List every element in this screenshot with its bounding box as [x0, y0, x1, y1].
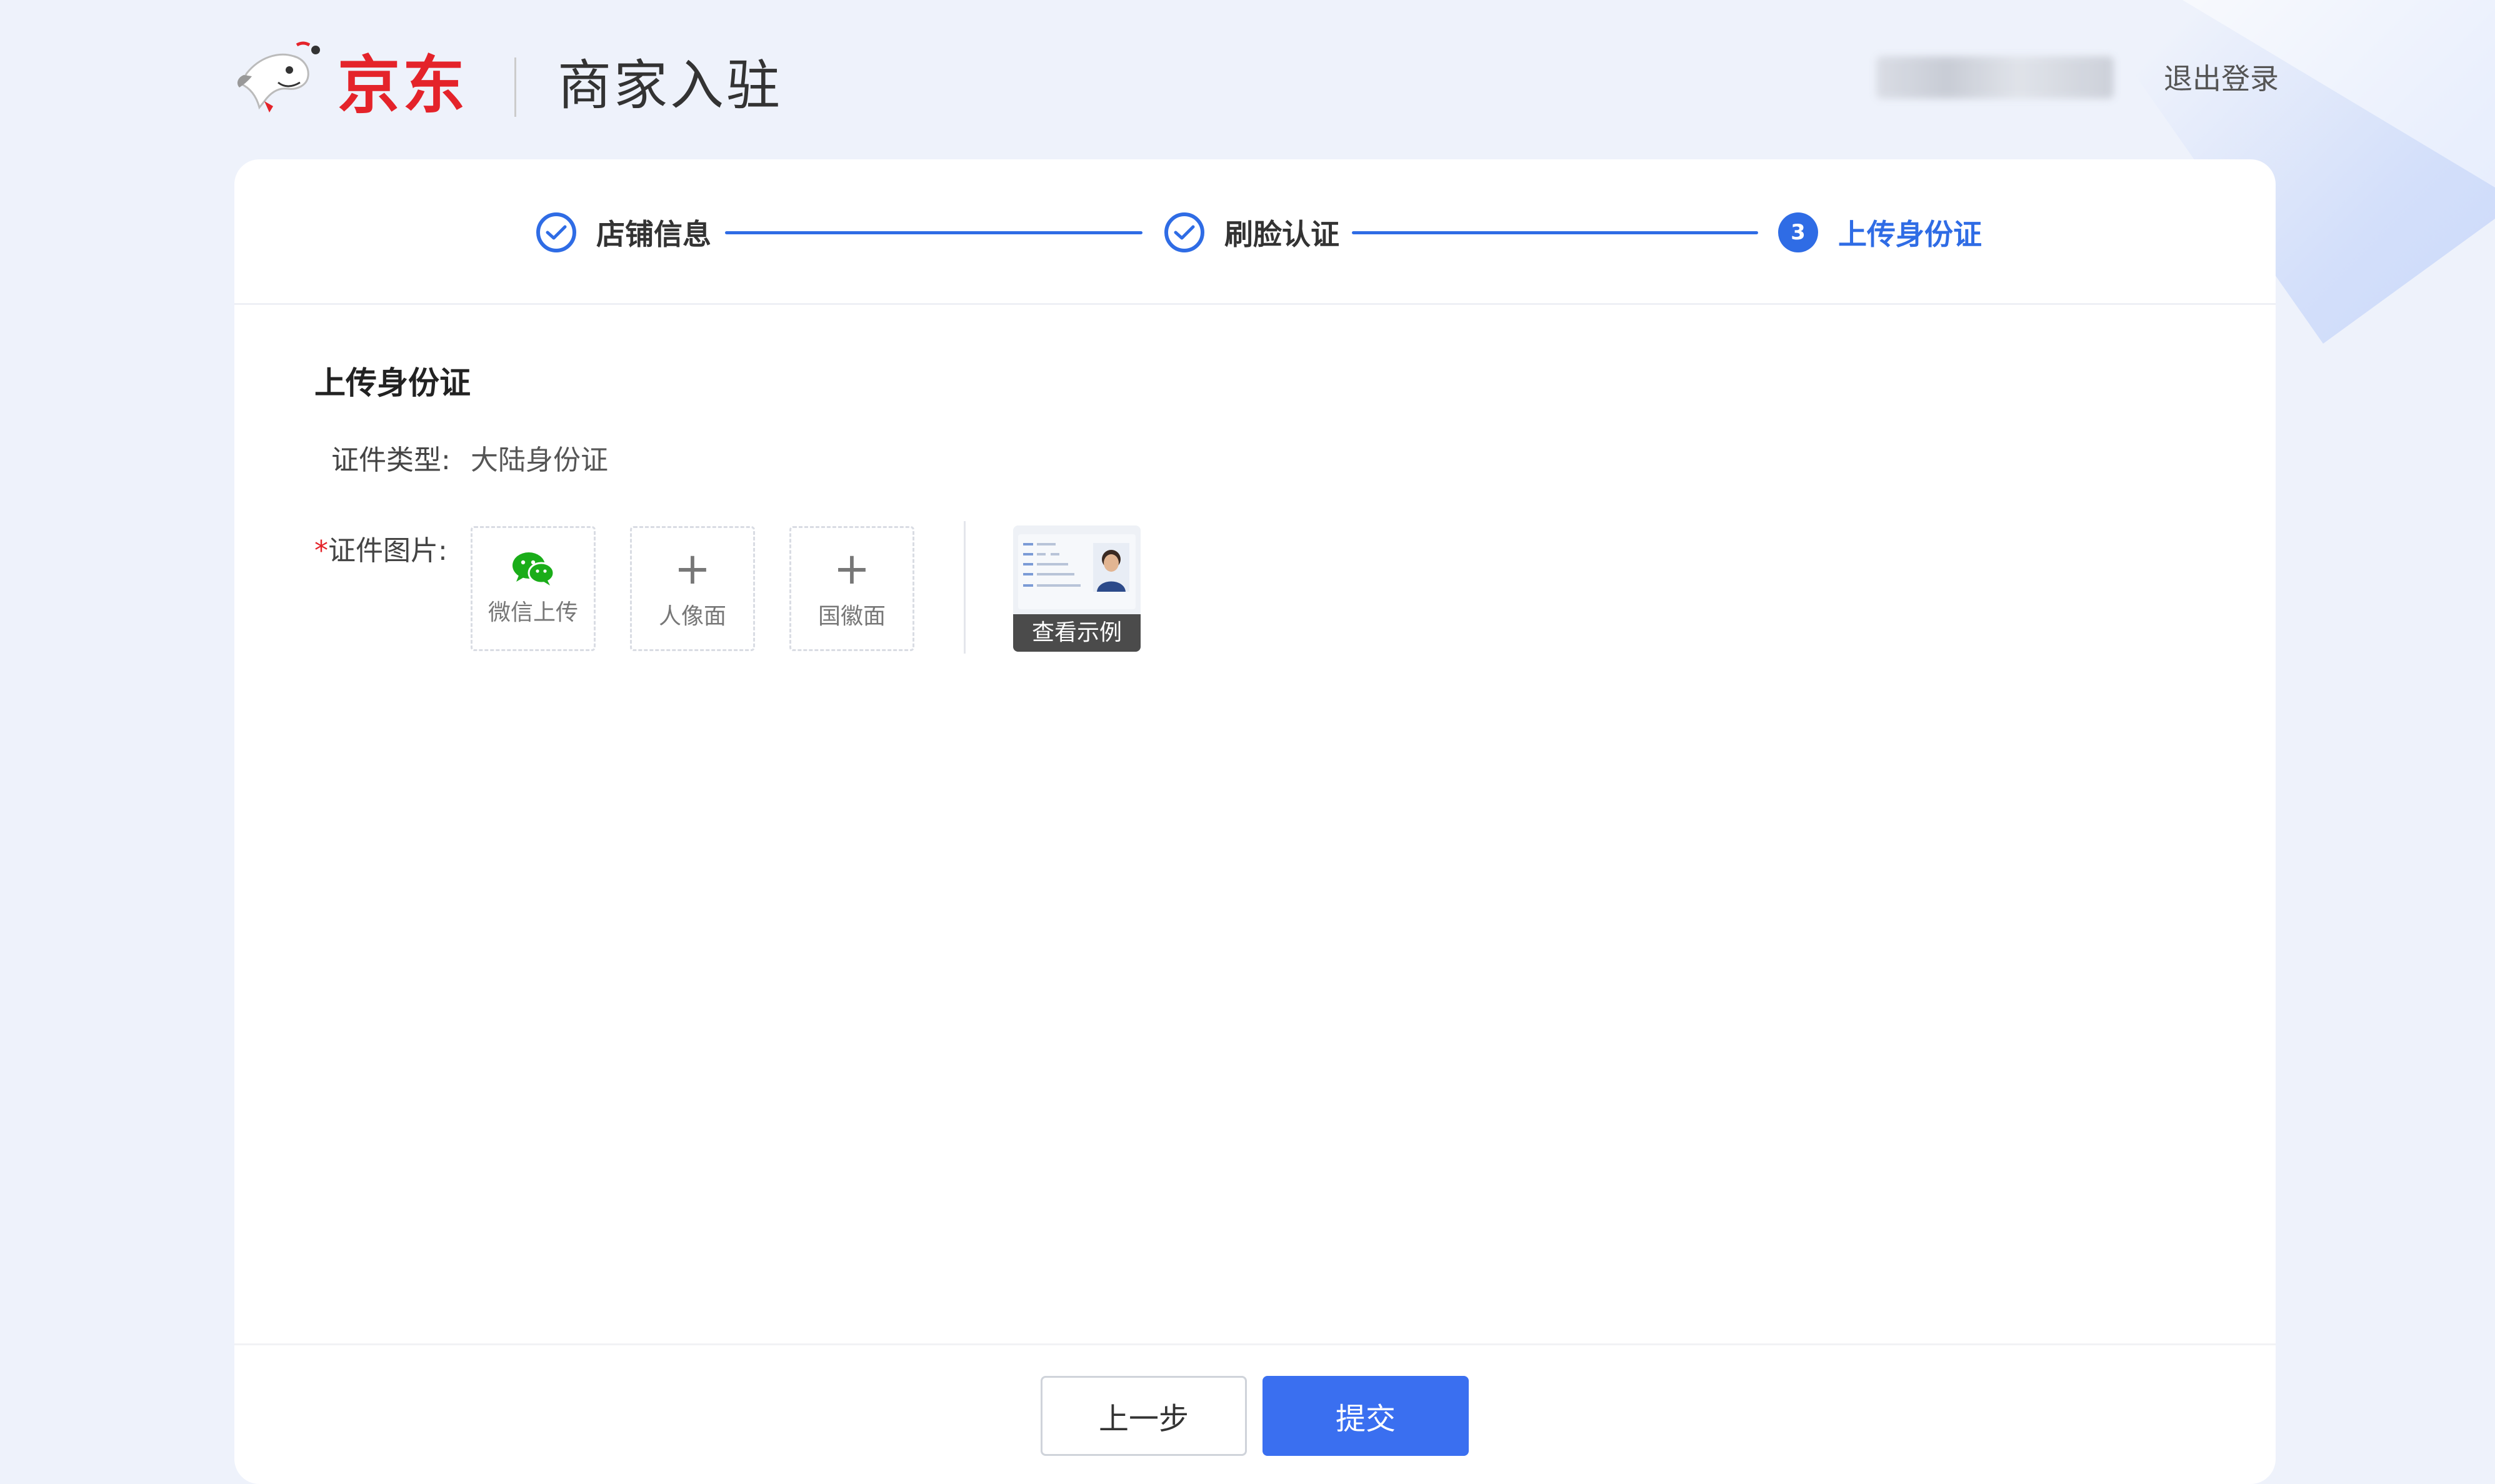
- emblem-side-upload[interactable]: + 国徽面: [789, 526, 914, 651]
- prev-step-button[interactable]: 上一步: [1041, 1376, 1247, 1456]
- step-face-verify: 刷脸认证: [1164, 211, 1339, 254]
- view-sample-label: 查看示例: [1013, 614, 1141, 652]
- logo-text: 京东: [338, 49, 468, 122]
- plus-icon: +: [674, 543, 711, 594]
- header-divider: [514, 57, 516, 117]
- doc-type-label: 证件类型:: [331, 444, 451, 476]
- step-connector: [1352, 231, 1758, 234]
- page-title: 商家入驻: [558, 54, 782, 117]
- emblem-side-label: 国徽面: [818, 604, 886, 629]
- section-title: 上传身份证: [314, 365, 471, 401]
- portrait-side-label: 人像面: [658, 604, 726, 629]
- upload-separator: [964, 521, 966, 654]
- required-mark: *: [314, 535, 328, 567]
- wechat-icon: [512, 552, 555, 585]
- check-icon: [1164, 212, 1204, 252]
- portrait-side-upload[interactable]: + 人像面: [630, 526, 755, 651]
- header: 京东 商家入驻 退出登录: [0, 0, 2495, 159]
- step-connector: [725, 231, 1142, 234]
- main-card: 店铺信息 刷脸认证 3 上传身份证 上传身份证 证件类型: 大陆身份证 *证件图…: [234, 159, 2276, 1484]
- view-sample-thumbnail[interactable]: 查看示例: [1013, 525, 1141, 652]
- step-number-badge: 3: [1778, 212, 1818, 252]
- wechat-upload-label: 微信上传: [488, 600, 578, 625]
- footer-divider: [234, 1343, 2276, 1345]
- doc-image-label: *证件图片:: [314, 528, 448, 568]
- plus-icon: +: [833, 543, 871, 594]
- wechat-upload-button[interactable]: 微信上传: [471, 526, 596, 651]
- step-store-info: 店铺信息: [536, 211, 711, 254]
- step-label: 刷脸认证: [1224, 217, 1339, 251]
- steps-bar: 店铺信息 刷脸认证 3 上传身份证: [234, 159, 2276, 305]
- doc-image-label-text: 证件图片:: [328, 535, 448, 567]
- step-upload-id: 3 上传身份证: [1778, 211, 1982, 254]
- step-label: 店铺信息: [596, 217, 711, 251]
- id-card-sample-image: [1018, 534, 1136, 609]
- submit-button[interactable]: 提交: [1262, 1376, 1469, 1456]
- check-icon: [536, 212, 576, 252]
- doc-type-value: 大陆身份证: [471, 444, 608, 476]
- account-name-blurred: [1876, 56, 2114, 99]
- step-label: 上传身份证: [1838, 217, 1982, 251]
- logout-link[interactable]: 退出登录: [2164, 59, 2279, 98]
